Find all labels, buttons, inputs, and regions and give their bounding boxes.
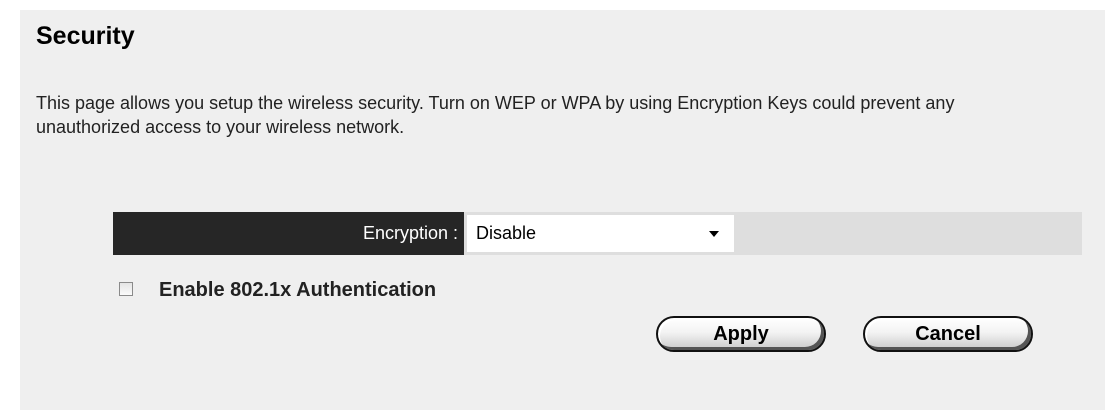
content-panel: Security This page allows you setup the … — [20, 10, 1105, 410]
page-description: This page allows you setup the wireless … — [36, 93, 955, 137]
encryption-row: Encryption : Disable — [113, 212, 1082, 255]
enable-8021x-checkbox[interactable] — [119, 282, 133, 296]
encryption-select[interactable]: Disable — [467, 215, 734, 252]
apply-button[interactable]: Apply — [656, 316, 826, 352]
enable-8021x-label[interactable]: Enable 802.1x Authentication — [159, 278, 436, 302]
chevron-down-icon — [709, 231, 719, 237]
encryption-label-cell: Encryption : — [113, 212, 464, 255]
cancel-button[interactable]: Cancel — [863, 316, 1033, 352]
page-title: Security — [36, 22, 135, 50]
encryption-label: Encryption : — [362, 223, 458, 243]
encryption-select-value: Disable — [476, 223, 537, 243]
